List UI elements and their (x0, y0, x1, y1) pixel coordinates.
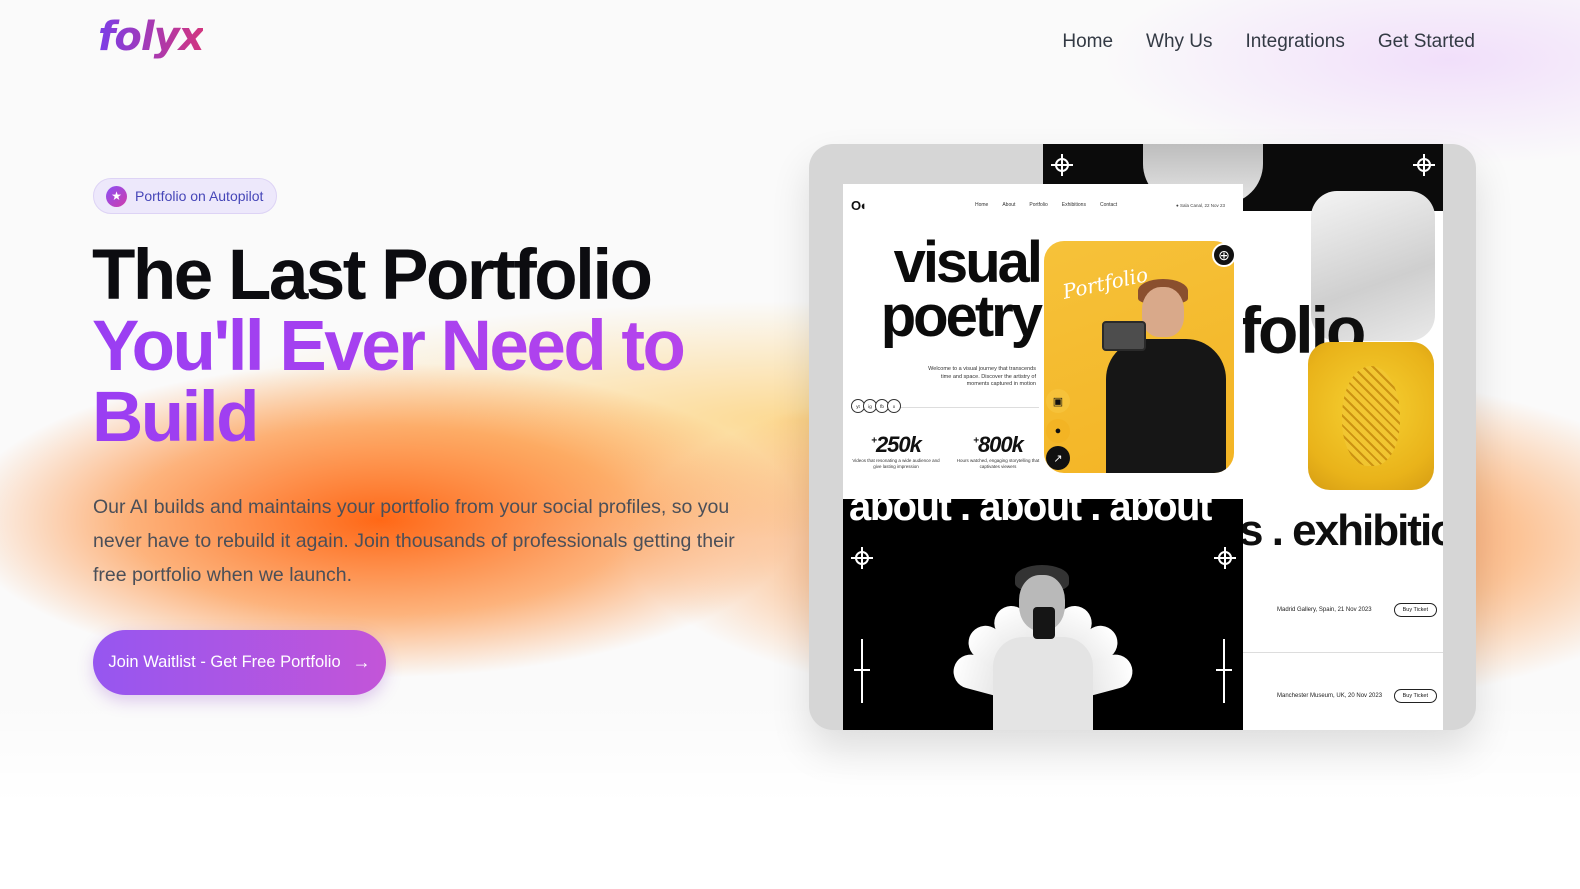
join-waitlist-label: Join Waitlist - Get Free Portfolio (108, 653, 341, 671)
preview-stat: +800k Hours watched, engaging storytelli… (953, 432, 1043, 470)
preview-nav-link: Exhibitions (1061, 202, 1086, 208)
crosshair-icon (851, 547, 873, 569)
about-band: about . about . about (849, 499, 1212, 529)
crosshair-icon (1051, 154, 1073, 176)
about-section: about . about . about (843, 499, 1243, 730)
arrow-right-icon: → (352, 652, 371, 672)
avatar-icon: ● (1046, 419, 1070, 443)
preview-nav-link: Portfolio (1029, 202, 1048, 208)
hero-title-line1: The Last Portfolio (92, 236, 653, 315)
exhibition-venue: Madrid Gallery, Spain, 21 Nov 2023 (1277, 607, 1372, 613)
crosshair-icon (1413, 154, 1435, 176)
nav-item-home[interactable]: Home (1062, 31, 1113, 53)
main-nav: Home Why Us Integrations Get Started (1062, 31, 1475, 53)
join-waitlist-button[interactable]: Join Waitlist - Get Free Portfolio → (93, 630, 386, 695)
exhibition-band: s . exhibition (1239, 506, 1443, 555)
yellow-leaf-image (1308, 342, 1434, 490)
preview-title: visual poetry (850, 230, 1043, 349)
nav-item-get-started[interactable]: Get Started (1378, 31, 1475, 53)
preview-nav-link: Contact (1099, 202, 1118, 208)
front-page-preview: O◖ Home About Portfolio Exhibitions Cont… (843, 184, 1243, 730)
portfolio-preview: folio s . exhibition Madrid Gallery, Spa… (809, 144, 1476, 730)
stat-value: 800k (977, 432, 1024, 457)
preview-stat: +250k Videos that resonating a wide audi… (851, 432, 941, 470)
tick-mark (854, 639, 870, 703)
tick-mark (1216, 639, 1232, 703)
hero-subtitle: Our AI builds and maintains your portfol… (93, 496, 735, 586)
buy-ticket-button: Buy Ticket (1393, 603, 1437, 617)
preview-nav: O◖ Home About Portfolio Exhibitions Cont… (851, 197, 1233, 213)
hero-title: The Last Portfolio You'll Ever Need to B… (92, 240, 732, 453)
exhibition-row: Madrid Gallery, Spain, 21 Nov 2023 Buy T… (1277, 601, 1437, 619)
hero-title-line2: You'll Ever Need to Build (92, 311, 732, 453)
camera-icon (1102, 321, 1146, 351)
signature-text: Portfolio (1060, 262, 1151, 304)
crosshair-icon (1214, 547, 1236, 569)
nav-item-why-us[interactable]: Why Us (1146, 31, 1213, 53)
buy-ticket-button: Buy Ticket (1393, 689, 1437, 703)
arrow-up-right-icon: ↗ (1046, 446, 1070, 470)
thumbnail-icon: ▣ (1046, 389, 1070, 413)
preview-meta: ● Sala Canal, 22 Nov 23 (1176, 202, 1225, 208)
star-icon: ★ (106, 185, 127, 207)
hero-badge-label: Portfolio on Autopilot (135, 188, 264, 204)
divider (1243, 652, 1443, 653)
preview-title-line1: visual (893, 230, 1043, 295)
preview-nav-links: Home About Portfolio Exhibitions Contact (975, 202, 1117, 208)
globe-icon: ⊕ (1212, 243, 1236, 267)
stat-caption: Videos that resonating a wide audience a… (852, 458, 940, 469)
videographer-photo: Portfolio (1044, 241, 1234, 473)
stat-value: 250k (875, 432, 922, 457)
preview-description: Welcome to a visual journey that transce… (928, 366, 1036, 387)
exhibition-row: Manchester Museum, UK, 20 Nov 2023 Buy T… (1277, 687, 1437, 705)
preview-social-icons: yt ig fb x (851, 399, 901, 413)
nav-item-integrations[interactable]: Integrations (1246, 31, 1345, 53)
preview-title-line2: poetry (880, 284, 1043, 349)
x-icon: x (887, 399, 901, 413)
person-image (993, 637, 1093, 730)
preview-nav-link: Home (975, 202, 989, 208)
stat-caption: Hours watched, engaging storytelling tha… (956, 458, 1040, 469)
hero-badge: ★ Portfolio on Autopilot (93, 178, 278, 214)
preview-nav-link: About (1002, 202, 1016, 208)
brand-logo[interactable]: folyx (98, 14, 204, 60)
camera-icon (1033, 607, 1055, 639)
exhibition-venue: Manchester Museum, UK, 20 Nov 2023 (1277, 693, 1383, 699)
preview-logo: O◖ (851, 197, 867, 213)
